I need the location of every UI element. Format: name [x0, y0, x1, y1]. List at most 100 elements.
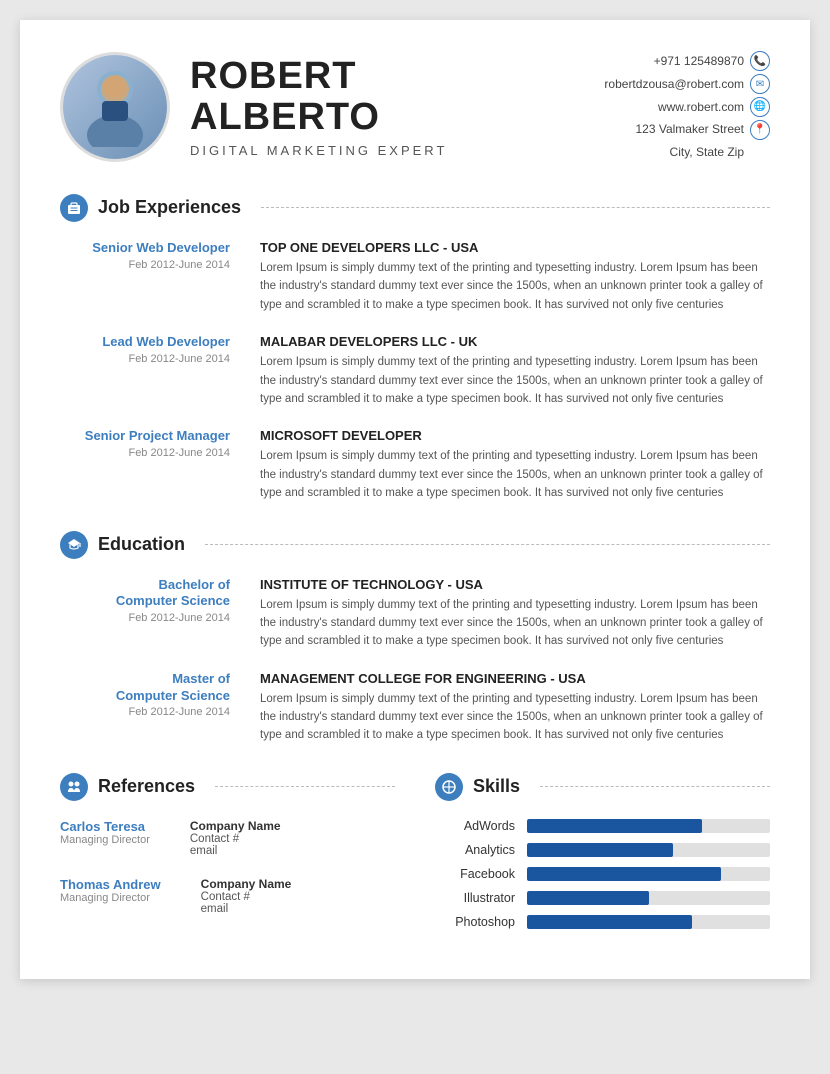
- skills-column: Skills AdWords Analytics Facebook Illust…: [415, 773, 770, 939]
- address1-text: 123 Valmaker Street: [636, 118, 745, 141]
- address1-row: 123 Valmaker Street 📍: [604, 118, 770, 141]
- reference-entry: Thomas Andrew Managing Director Company …: [60, 877, 395, 915]
- job-title: DIGITAL MARKETING EXPERT: [190, 143, 604, 158]
- skill-bar-fill: [527, 915, 692, 929]
- address2-text: City, State Zip: [670, 141, 744, 164]
- references-list: Carlos Teresa Managing Director Company …: [60, 819, 395, 915]
- entry-job-title: Senior Web Developer: [60, 240, 230, 257]
- references-title: References: [98, 776, 205, 797]
- email-row: robertdzousa@robert.com ✉: [604, 73, 770, 96]
- full-name: ROBERT ALBERTO: [190, 56, 604, 140]
- entry-desc: Lorem Ipsum is simply dummy text of the …: [260, 353, 770, 408]
- email-text: robertdzousa@robert.com: [604, 73, 744, 96]
- entry-desc: Lorem Ipsum is simply dummy text of the …: [260, 259, 770, 314]
- ref-contact: Contact #: [190, 833, 281, 845]
- email-icon: ✉: [750, 74, 770, 94]
- skill-label: Analytics: [435, 843, 515, 857]
- ref-company: Company Name: [190, 819, 281, 833]
- entry-desc: Lorem Ipsum is simply dummy text of the …: [260, 447, 770, 502]
- skill-label: AdWords: [435, 819, 515, 833]
- skill-bar-fill: [527, 891, 649, 905]
- entry-date: Feb 2012-June 2014: [60, 353, 230, 365]
- entry-company: MICROSOFT DEVELOPER: [260, 428, 770, 443]
- skills-section-header: Skills: [435, 773, 770, 801]
- phone-text: +971 125489870: [654, 50, 744, 73]
- references-section-header: References: [60, 773, 395, 801]
- skill-bar-fill: [527, 819, 702, 833]
- references-divider: [215, 786, 395, 787]
- skill-row: AdWords: [435, 819, 770, 833]
- entry-company: MANAGEMENT COLLEGE FOR ENGINEERING - USA: [260, 671, 770, 686]
- education-section: Education Bachelor ofComputer Science Fe…: [60, 531, 770, 745]
- education-title: Education: [98, 534, 195, 555]
- entry-edu-title: Bachelor ofComputer Science: [60, 577, 230, 611]
- ref-company: Company Name: [201, 877, 292, 891]
- education-entry: Master ofComputer Science Feb 2012-June …: [60, 671, 770, 745]
- entry-date: Feb 2012-June 2014: [60, 259, 230, 271]
- location-icon: 📍: [750, 120, 770, 140]
- skill-row: Illustrator: [435, 891, 770, 905]
- experience-entry: Senior Project Manager Feb 2012-June 201…: [60, 428, 770, 502]
- ref-role: Managing Director: [60, 892, 161, 904]
- ref-email: email: [190, 845, 281, 857]
- experience-section: Job Experiences Senior Web Developer Feb…: [60, 194, 770, 503]
- entry-edu-title: Master ofComputer Science: [60, 671, 230, 705]
- experience-icon: [60, 194, 88, 222]
- contact-block: +971 125489870 📞 robertdzousa@robert.com…: [604, 50, 770, 164]
- entry-job-title: Senior Project Manager: [60, 428, 230, 445]
- website-icon: 🌐: [750, 97, 770, 117]
- skill-row: Facebook: [435, 867, 770, 881]
- entry-job-title: Lead Web Developer: [60, 334, 230, 351]
- phone-row: +971 125489870 📞: [604, 50, 770, 73]
- address2-row: City, State Zip: [604, 141, 770, 164]
- skill-label: Facebook: [435, 867, 515, 881]
- experience-list: Senior Web Developer Feb 2012-June 2014 …: [60, 240, 770, 503]
- entry-left: Senior Project Manager Feb 2012-June 201…: [60, 428, 260, 502]
- entry-desc: Lorem Ipsum is simply dummy text of the …: [260, 690, 770, 745]
- skill-row: Analytics: [435, 843, 770, 857]
- entry-right: TOP ONE DEVELOPERS LLC - USA Lorem Ipsum…: [260, 240, 770, 314]
- education-divider: [205, 544, 770, 545]
- ref-email: email: [201, 903, 292, 915]
- skill-label: Photoshop: [435, 915, 515, 929]
- skill-label: Illustrator: [435, 891, 515, 905]
- entry-right: MALABAR DEVELOPERS LLC - UK Lorem Ipsum …: [260, 334, 770, 408]
- name-block: ROBERT ALBERTO DIGITAL MARKETING EXPERT: [170, 56, 604, 159]
- education-section-header: Education: [60, 531, 770, 559]
- ref-contact: Contact #: [201, 891, 292, 903]
- entry-date: Feb 2012-June 2014: [60, 706, 230, 718]
- website-row: www.robert.com 🌐: [604, 96, 770, 119]
- education-icon: [60, 531, 88, 559]
- experience-divider: [261, 207, 770, 208]
- skill-bar-fill: [527, 867, 721, 881]
- experience-section-header: Job Experiences: [60, 194, 770, 222]
- entry-right: MANAGEMENT COLLEGE FOR ENGINEERING - USA…: [260, 671, 770, 745]
- education-entry: Bachelor ofComputer Science Feb 2012-Jun…: [60, 577, 770, 651]
- entry-desc: Lorem Ipsum is simply dummy text of the …: [260, 596, 770, 651]
- skill-bar-bg: [527, 867, 770, 881]
- skill-row: Photoshop: [435, 915, 770, 929]
- experience-entry: Senior Web Developer Feb 2012-June 2014 …: [60, 240, 770, 314]
- reference-entry: Carlos Teresa Managing Director Company …: [60, 819, 395, 857]
- ref-role: Managing Director: [60, 834, 150, 846]
- entry-right: MICROSOFT DEVELOPER Lorem Ipsum is simpl…: [260, 428, 770, 502]
- experience-title: Job Experiences: [98, 197, 251, 218]
- entry-right: INSTITUTE OF TECHNOLOGY - USA Lorem Ipsu…: [260, 577, 770, 651]
- entry-date: Feb 2012-June 2014: [60, 612, 230, 624]
- entry-left: Senior Web Developer Feb 2012-June 2014: [60, 240, 260, 314]
- skill-bar-bg: [527, 915, 770, 929]
- ref-name: Carlos Teresa: [60, 819, 150, 834]
- references-icon: [60, 773, 88, 801]
- skill-bar-bg: [527, 819, 770, 833]
- avatar: [60, 52, 170, 162]
- ref-name: Thomas Andrew: [60, 877, 161, 892]
- entry-company: INSTITUTE OF TECHNOLOGY - USA: [260, 577, 770, 592]
- resume-header: ROBERT ALBERTO DIGITAL MARKETING EXPERT …: [60, 50, 770, 164]
- skill-bar-fill: [527, 843, 673, 857]
- entry-left: Lead Web Developer Feb 2012-June 2014: [60, 334, 260, 408]
- skills-title: Skills: [473, 776, 530, 797]
- phone-icon: 📞: [750, 51, 770, 71]
- entry-date: Feb 2012-June 2014: [60, 447, 230, 459]
- experience-entry: Lead Web Developer Feb 2012-June 2014 MA…: [60, 334, 770, 408]
- skills-list: AdWords Analytics Facebook Illustrator P…: [435, 819, 770, 929]
